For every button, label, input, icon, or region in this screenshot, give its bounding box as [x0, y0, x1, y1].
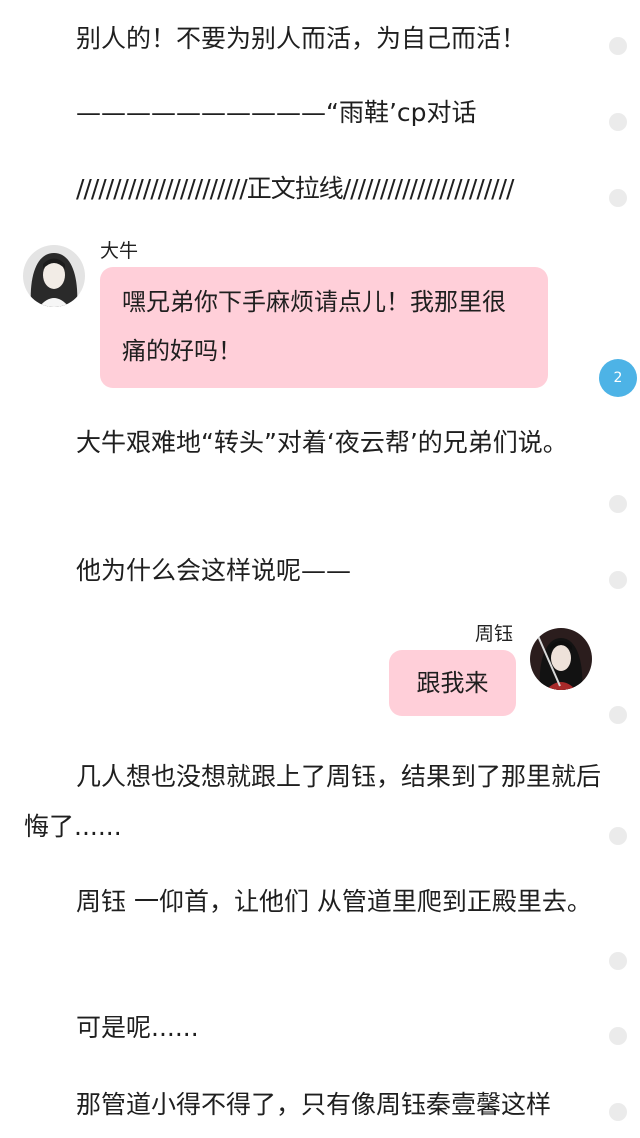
chat-bubble: 嘿兄弟你下手麻烦请点儿！我那里很痛的好吗！: [100, 267, 548, 388]
chat-speaker-name: 大牛: [100, 240, 139, 262]
paragraph-comment-dot[interactable]: [609, 706, 627, 724]
paragraph-comment-dot[interactable]: [609, 113, 627, 131]
story-paragraph: 别人的！不要为别人而活，为自己而活！: [76, 24, 527, 53]
paragraph-comment-count-badge[interactable]: 2: [599, 359, 637, 397]
story-paragraph: 他为什么会这样说呢——: [76, 556, 352, 585]
story-paragraph: 大牛艰难地“转头”对着‘夜云帮’的兄弟们说。: [76, 428, 568, 457]
paragraph-comment-dot[interactable]: [609, 952, 627, 970]
chat-speaker-name: 周钰: [475, 623, 514, 645]
story-paragraph: 那管道小得不得了，只有像周钰秦壹馨这样: [76, 1090, 552, 1119]
story-paragraph: 可是呢......: [76, 1013, 199, 1042]
story-paragraph: 周钰 一仰首，让他们 从管道里爬到正殿里去。: [76, 887, 592, 916]
section-divider: ///////////////////////正文拉线/////////////…: [76, 174, 514, 203]
paragraph-comment-dot[interactable]: [609, 827, 627, 845]
section-divider: ——————————“雨鞋’cp对话: [76, 98, 477, 127]
story-paragraph: 几人想也没想就跟上了周钰，结果到了那里就后悔了......: [24, 762, 602, 841]
paragraph-comment-dot[interactable]: [609, 189, 627, 207]
paragraph-comment-dot[interactable]: [609, 37, 627, 55]
paragraph-comment-dot[interactable]: [609, 1027, 627, 1045]
avatar: [530, 628, 592, 690]
chat-bubble: 跟我来: [389, 650, 516, 716]
paragraph-comment-dot[interactable]: [609, 571, 627, 589]
paragraph-comment-dot[interactable]: [609, 1103, 627, 1121]
paragraph-comment-dot[interactable]: [609, 495, 627, 513]
avatar: [23, 245, 85, 307]
